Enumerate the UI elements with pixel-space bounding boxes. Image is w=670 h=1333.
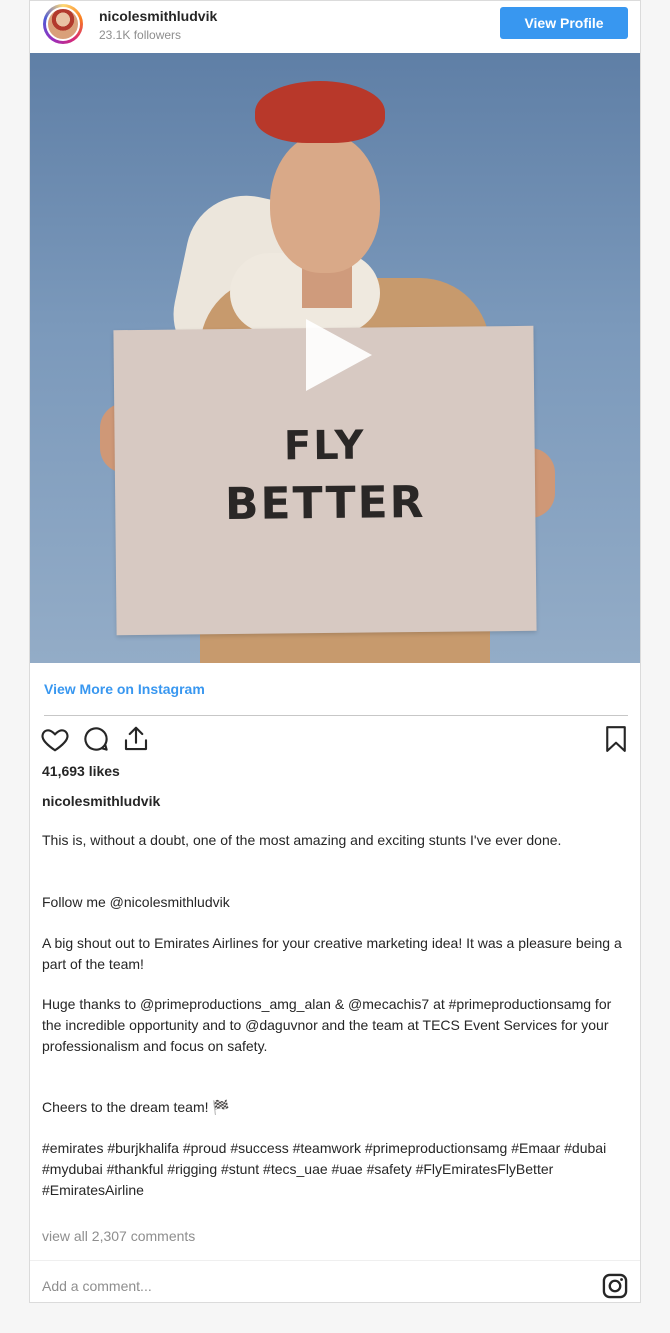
heart-icon[interactable] (40, 724, 70, 754)
view-profile-button[interactable]: View Profile (500, 7, 628, 39)
sign-text-line2: BETTER (224, 476, 426, 531)
avatar[interactable] (43, 4, 83, 44)
caption-paragraph: Cheers to the dream team! 🏁 (42, 1099, 230, 1115)
sign-text-line1: FLY (283, 422, 366, 470)
video-media[interactable]: FLY BETTER (30, 53, 640, 663)
follower-count: 23.1K followers (99, 28, 182, 42)
avatar-image (46, 7, 80, 41)
play-icon[interactable] (306, 319, 372, 391)
username[interactable]: nicolesmithludvik (99, 8, 217, 24)
caption-paragraph: This is, without a doubt, one of the mos… (42, 832, 562, 848)
instagram-icon[interactable] (601, 1272, 629, 1300)
like-count[interactable]: 41,693 likes (42, 763, 120, 779)
caption-paragraph: Follow me @nicolesmithludvik (42, 894, 230, 910)
hat-shape (255, 81, 385, 143)
post-header: nicolesmithludvik 23.1K followers View P… (30, 1, 640, 53)
divider (44, 715, 628, 716)
add-comment-input[interactable] (40, 1274, 584, 1298)
view-more-on-instagram-link[interactable]: View More on Instagram (44, 681, 205, 697)
caption-paragraph: Huge thanks to @primeproductions_amg_ala… (42, 996, 612, 1054)
bookmark-icon[interactable] (601, 724, 631, 754)
comment-icon[interactable] (81, 724, 111, 754)
share-icon[interactable] (121, 724, 151, 754)
face-shape (270, 133, 380, 273)
view-all-comments-link[interactable]: view all 2,307 comments (42, 1228, 195, 1244)
comment-divider (30, 1260, 640, 1261)
instagram-embed-card: nicolesmithludvik 23.1K followers View P… (29, 0, 641, 1303)
caption-author[interactable]: nicolesmithludvik (42, 793, 160, 809)
hashtags: #emirates #burjkhalifa #proud #success #… (42, 1140, 607, 1198)
caption-paragraph: A big shout out to Emirates Airlines for… (42, 935, 622, 972)
